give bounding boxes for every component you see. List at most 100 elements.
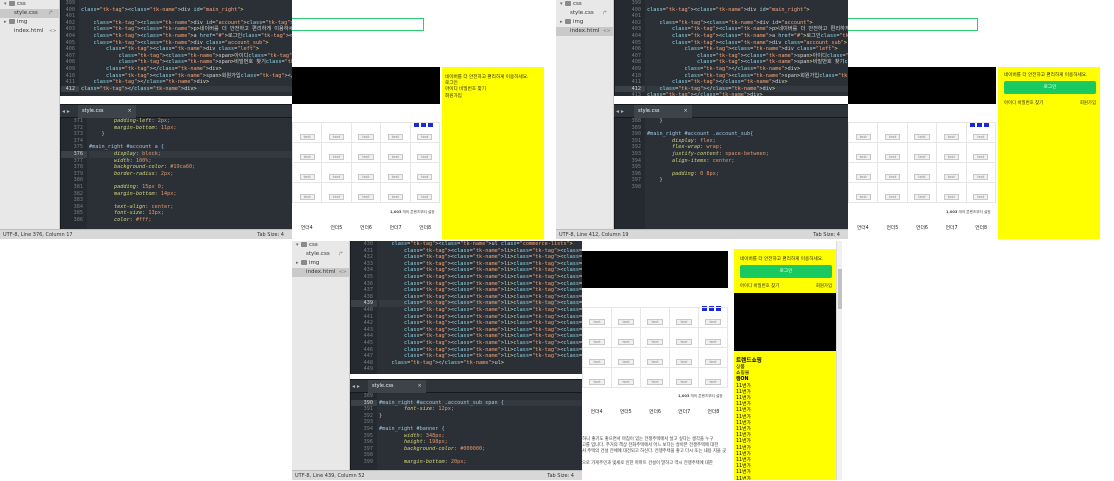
grid-cell[interactable]: text (936, 142, 967, 163)
find-id-pw-link[interactable]: 아이디 비밀번호 찾기 (1004, 101, 1043, 106)
grid-cell[interactable]: text (640, 327, 670, 348)
grid-cell[interactable]: text (582, 347, 612, 368)
grid-cell[interactable]: text (669, 347, 699, 368)
grid-cell[interactable]: text (698, 307, 728, 328)
code-line[interactable]: class="tk-tag"><class="tk-name">span>회원가… (647, 73, 848, 80)
html-editor[interactable]: 430 431 432 433 434 435 436 437 438 439 440 441 442 4… (350, 241, 582, 374)
code-line[interactable] (647, 125, 848, 132)
grid-cell[interactable]: text (877, 182, 908, 203)
code-line[interactable]: } (89, 131, 292, 138)
grid-cell[interactable]: text (292, 142, 323, 163)
code-line[interactable]: background-color: #000000; (379, 446, 582, 453)
tab-nav-arrows-icon[interactable]: ◂ ▸ (352, 383, 360, 390)
code-line[interactable]: class="tk-tag"><class="tk-name">div clas… (647, 46, 848, 53)
code-line[interactable]: font-size: 12px; (379, 406, 582, 413)
join-link[interactable]: 회원가입 (816, 283, 832, 289)
grid-cell[interactable]: text (380, 122, 411, 143)
code-line[interactable]: class="tk-tag"><class="tk-name">li>class… (379, 254, 582, 261)
vertical-scrollbar[interactable] (836, 241, 842, 480)
grid-cell[interactable]: text (350, 142, 382, 163)
code-line[interactable]: color: #fff; (89, 217, 292, 224)
close-icon[interactable]: × (684, 108, 688, 114)
tree-item-css-folder[interactable]: ▾ css (0, 0, 59, 9)
search-input[interactable] (848, 18, 978, 31)
grid-cell[interactable]: text (906, 122, 938, 143)
tree-item-index-html[interactable]: <> index.html (556, 27, 613, 36)
commerce-item[interactable]: 11번가 (736, 415, 751, 421)
grid-cell[interactable]: text (936, 162, 967, 183)
grid-cell[interactable]: text (848, 142, 879, 163)
code-line[interactable]: class="tk-tag"><class="tk-name">div id="… (81, 7, 292, 14)
code-line[interactable]: class="tk-tag"><class="tk-name">li>class… (379, 307, 582, 314)
tab-size[interactable]: Tab Size: 4 (257, 232, 284, 238)
code-line[interactable]: class="tk-tag"><class="tk-name">li>class… (379, 274, 582, 281)
code-line[interactable]: class="tk-tag"></class="tk-name">div> (81, 85, 292, 93)
grid-cell[interactable]: text (611, 367, 641, 388)
grid-cell[interactable]: text (409, 142, 441, 163)
code-line[interactable]: height: 198px; (379, 439, 582, 446)
code-line[interactable]: background-color: #19ca60; (89, 164, 292, 171)
nav-link[interactable]: 언더7 (670, 408, 699, 415)
code-line[interactable]: class="tk-tag"><class="tk-name">li>class… (379, 320, 582, 327)
tab-nav-arrows-icon[interactable]: ◂ ▸ (62, 108, 70, 115)
code-line[interactable] (379, 393, 582, 400)
nav-link[interactable]: 언더8 (410, 224, 440, 231)
code-line[interactable]: padding: 0 8px; (647, 171, 848, 178)
code-line[interactable]: class="tk-tag"><class="tk-name">span>비밀번… (81, 59, 292, 66)
code-line[interactable]: class="tk-tag"><class="tk-name">li>class… (379, 287, 582, 294)
tab-style-css[interactable]: style.css × (368, 380, 426, 393)
grid-cell[interactable]: text (669, 367, 699, 388)
grid-cell[interactable]: text (409, 162, 441, 183)
code-line[interactable] (647, 184, 848, 191)
grid-cell[interactable]: text (292, 182, 323, 203)
code-line[interactable]: width: 100%; (89, 158, 292, 165)
nav-link[interactable]: 언더6 (351, 224, 381, 231)
nav-link[interactable]: 언더8 (699, 408, 728, 415)
grid-cell[interactable]: text (848, 122, 879, 143)
code-line[interactable]: #main_right #account a { (89, 144, 292, 151)
code-area[interactable]: class="tk-tag"><class="tk-name">div id="… (647, 0, 848, 96)
grid-cell[interactable]: text (611, 327, 641, 348)
code-line[interactable]: padding: 15px 0; (89, 184, 292, 191)
code-line[interactable]: font-size: 13px; (89, 210, 292, 217)
code-line[interactable] (89, 177, 292, 184)
grid-cell[interactable]: text (380, 142, 411, 163)
code-line[interactable] (647, 164, 848, 171)
code-line[interactable] (89, 197, 292, 204)
code-line[interactable]: class="tk-tag"><class="tk-name">span>회원가… (81, 73, 292, 80)
join-link[interactable]: 회원가입 (445, 94, 528, 100)
tree-item-css-folder[interactable]: ▾ css (556, 0, 613, 9)
grid-cell[interactable]: text (848, 162, 879, 183)
code-line[interactable]: margin-bottom: 14px; (89, 191, 292, 198)
grid-cell[interactable]: text (877, 142, 908, 163)
grid-cell[interactable]: text (582, 307, 612, 328)
grid-cell[interactable]: text (965, 142, 997, 163)
grid-cell[interactable]: text (877, 122, 908, 143)
grid-cell[interactable]: text (906, 162, 938, 183)
tree-item-style-css[interactable]: /* style.css (0, 9, 59, 18)
code-line[interactable]: flex-wrap: wrap; (647, 144, 848, 151)
commerce-item[interactable]: 11번가 (736, 439, 751, 445)
code-line[interactable]: margin-bottom: 20px; (379, 459, 582, 466)
tab-style-css[interactable]: style.css × (78, 105, 136, 118)
nav-link[interactable]: 언더6 (640, 408, 669, 415)
code-line[interactable]: text-align: center; (89, 204, 292, 211)
code-line[interactable]: #main_right #account .account_sub{ (647, 131, 848, 138)
nav-link[interactable]: 언더7 (381, 224, 411, 231)
code-line[interactable]: } (647, 118, 848, 125)
grid-cell[interactable]: text (640, 367, 670, 388)
code-line[interactable]: class="tk-tag"><class="tk-name">div id="… (647, 7, 848, 14)
code-line[interactable]: class="tk-tag"><class="tk-name">p>네이버를 더… (647, 26, 848, 33)
code-line[interactable]: class="tk-tag"><class="tk-name">ul class… (379, 241, 582, 248)
tree-item-img-folder[interactable]: ▸ img (556, 18, 613, 27)
code-area[interactable]: class="tk-tag"><class="tk-name">div id="… (81, 0, 292, 96)
grid-cell[interactable]: text (936, 122, 967, 143)
code-line[interactable] (81, 13, 292, 20)
code-line[interactable]: width: 348px; (379, 433, 582, 440)
grid-cell[interactable]: text (350, 162, 382, 183)
login-button[interactable]: 로그인 (1004, 81, 1096, 94)
grid-cell[interactable]: text (611, 347, 641, 368)
find-id-pw-link[interactable]: 아이디 비밀번호 찾기 (740, 284, 779, 289)
tree-item-img-folder[interactable]: ▸ img (292, 259, 349, 268)
grid-cell[interactable]: text (640, 347, 670, 368)
